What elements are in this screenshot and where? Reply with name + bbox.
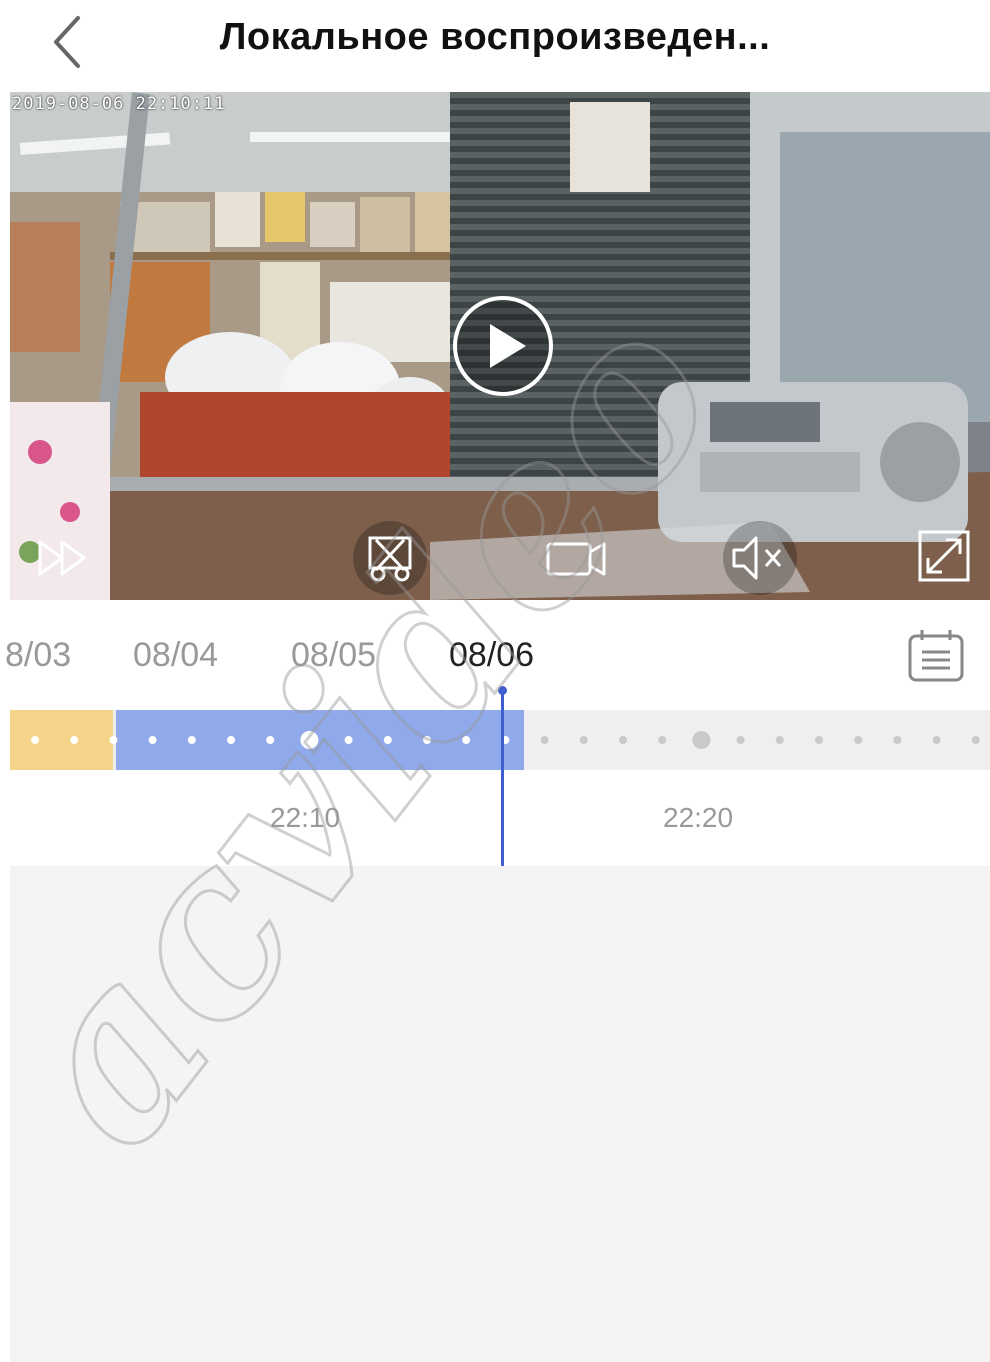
page-title: Локальное воспроизведен...: [219, 16, 771, 58]
record-icon: [546, 542, 606, 576]
timeline-dot: [658, 736, 667, 744]
date-tab-active[interactable]: 08/06: [449, 636, 534, 675]
timeline-dot: [619, 736, 627, 744]
timeline-dot: [383, 736, 392, 744]
timeline-dots: [31, 731, 980, 749]
scissors-icon: [353, 521, 427, 595]
record-button[interactable]: [538, 520, 614, 596]
timeline-bar[interactable]: [10, 710, 990, 770]
timeline-dot: [70, 736, 79, 744]
timeline-dot: [31, 736, 39, 744]
clip-button[interactable]: [352, 520, 428, 596]
timeline-dot: [187, 736, 196, 744]
timeline-dot: [736, 736, 745, 744]
timeline-dot: [971, 736, 980, 744]
fullscreen-icon: [918, 530, 970, 582]
empty-content-area: [10, 866, 990, 1362]
timeline-dot: [344, 736, 353, 744]
timeline-dot: [893, 736, 902, 744]
timeline-dot: [932, 736, 941, 744]
play-icon: [453, 296, 553, 396]
timeline-dot: [579, 736, 588, 744]
mute-button[interactable]: [722, 520, 798, 596]
fast-forward-button[interactable]: [28, 520, 104, 596]
header-bar: Локальное воспроизведен...: [0, 0, 990, 92]
timeline-dot: [148, 736, 157, 744]
timeline-dot: [854, 736, 863, 744]
timeline-dot: [775, 736, 784, 744]
back-button[interactable]: [40, 8, 100, 72]
date-tab[interactable]: 08/04: [133, 636, 218, 675]
timeline-scale: 22:10 22:20: [0, 770, 990, 866]
tick-label: 22:20: [663, 802, 734, 833]
mute-icon: [723, 521, 797, 595]
video-timestamp: 2019-08-06 22:10:11: [12, 94, 226, 114]
timeline-dot: [300, 731, 319, 749]
tick-label: 22:10: [270, 802, 341, 833]
back-icon: [54, 16, 80, 68]
timeline-dot: [540, 736, 549, 744]
fullscreen-button[interactable]: [906, 520, 982, 596]
timeline-dot: [462, 736, 471, 744]
timeline-dot: [423, 736, 431, 744]
calendar-button[interactable]: [906, 628, 968, 686]
timeline-dot: [227, 736, 235, 744]
timeline-dot: [109, 736, 118, 744]
playhead-line[interactable]: [501, 690, 504, 866]
date-tab[interactable]: 8/03: [5, 636, 71, 675]
video-player[interactable]: 2019-08-06 22:10:11: [10, 92, 990, 600]
timeline-dot: [815, 736, 823, 744]
fast-forward-icon: [38, 540, 86, 576]
timeline-dot: [692, 731, 711, 749]
calendar-icon: [908, 630, 964, 682]
play-button[interactable]: [450, 296, 556, 396]
date-tab[interactable]: 08/05: [291, 636, 376, 675]
date-selector: 8/03 08/04 08/05 08/06: [0, 600, 990, 700]
timeline-dot: [266, 736, 275, 744]
